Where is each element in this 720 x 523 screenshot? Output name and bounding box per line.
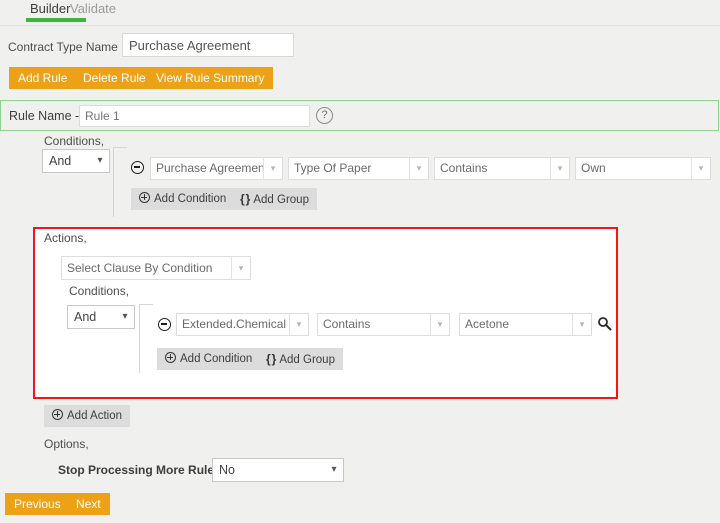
chevron-down-icon: ▾ xyxy=(325,459,343,481)
remove-action-condition-icon[interactable] xyxy=(158,318,171,331)
rule-name-bar: Rule Name - ? xyxy=(0,100,719,131)
question-circle-icon[interactable]: ? xyxy=(316,107,333,124)
conditions-operator-select[interactable]: And ▾ xyxy=(42,149,110,173)
plus-circle-icon xyxy=(52,409,63,420)
action-condition-field-value: Extended.Chemical Nam xyxy=(177,314,289,335)
search-icon[interactable] xyxy=(597,316,612,331)
condition-entity-dropdown[interactable]: Purchase Agreement ▾ xyxy=(150,157,283,180)
options-label: Options, xyxy=(44,437,89,451)
action-condition-group-bracket xyxy=(139,304,153,373)
condition-group-bracket xyxy=(113,147,127,217)
stop-processing-label: Stop Processing More Rules xyxy=(58,463,221,477)
add-rule-button[interactable]: Add Rule xyxy=(9,67,76,89)
add-group-label: Add Group xyxy=(253,194,309,206)
rule-name-input[interactable] xyxy=(79,105,310,127)
tab-bar-divider xyxy=(0,25,720,26)
clause-select-value: Select Clause By Condition xyxy=(62,257,231,279)
plus-circle-icon xyxy=(165,352,176,363)
rule-name-label: Rule Name - xyxy=(9,109,79,123)
condition-comparator-value: Contains xyxy=(435,158,550,179)
tab-validate[interactable]: Validate xyxy=(68,0,118,18)
chevron-down-icon: ▾ xyxy=(116,306,134,328)
action-conditions-operator-select[interactable]: And ▾ xyxy=(67,305,135,329)
action-condition-value-dropdown[interactable]: Acetone ▾ xyxy=(459,313,592,336)
chevron-down-icon: ▾ xyxy=(231,257,250,279)
action-add-condition-button[interactable]: Add Condition xyxy=(157,348,260,370)
chevron-down-icon: ▾ xyxy=(691,158,710,179)
action-condition-comparator-value: Contains xyxy=(318,314,430,335)
chevron-down-icon: ▾ xyxy=(289,314,308,335)
chevron-down-icon: ▾ xyxy=(572,314,591,335)
braces-icon: { } xyxy=(266,352,276,366)
condition-field-value: Type Of Paper xyxy=(289,158,409,179)
actions-label: Actions, xyxy=(44,231,87,245)
contract-type-label: Contract Type Name xyxy=(8,40,118,54)
remove-condition-icon[interactable] xyxy=(131,161,144,174)
action-conditions-label: Conditions, xyxy=(69,284,129,298)
clause-select-dropdown[interactable]: Select Clause By Condition ▾ xyxy=(61,256,251,280)
condition-value-dropdown[interactable]: Own ▾ xyxy=(575,157,711,180)
chevron-down-icon: ▾ xyxy=(91,150,109,172)
action-condition-comparator-dropdown[interactable]: Contains ▾ xyxy=(317,313,450,336)
action-add-condition-label: Add Condition xyxy=(180,353,252,365)
action-add-group-label: Add Group xyxy=(279,354,335,366)
action-condition-field-dropdown[interactable]: Extended.Chemical Nam ▾ xyxy=(176,313,309,336)
add-condition-label: Add Condition xyxy=(154,193,226,205)
conditions-label: Conditions, xyxy=(44,134,104,148)
add-action-label: Add Action xyxy=(67,410,122,422)
add-group-button[interactable]: { }Add Group xyxy=(232,188,317,210)
condition-entity-value: Purchase Agreement xyxy=(151,158,263,179)
action-condition-value-value: Acetone xyxy=(460,314,572,335)
tab-active-indicator xyxy=(26,18,86,22)
action-add-group-button[interactable]: { }Add Group xyxy=(258,348,343,370)
chevron-down-icon: ▾ xyxy=(430,314,449,335)
condition-comparator-dropdown[interactable]: Contains ▾ xyxy=(434,157,570,180)
plus-circle-icon xyxy=(139,192,150,203)
view-rule-summary-button[interactable]: View Rule Summary xyxy=(147,67,273,89)
tab-builder[interactable]: Builder xyxy=(28,0,72,18)
tab-bar: Builder Validate xyxy=(0,0,720,22)
chevron-down-icon: ▾ xyxy=(263,158,282,179)
stop-processing-value: No xyxy=(213,459,325,481)
chevron-down-icon: ▾ xyxy=(409,158,428,179)
braces-icon: { } xyxy=(240,192,250,206)
condition-field-dropdown[interactable]: Type Of Paper ▾ xyxy=(288,157,429,180)
add-action-button[interactable]: Add Action xyxy=(44,405,130,427)
add-condition-button[interactable]: Add Condition xyxy=(131,188,234,210)
stop-processing-select[interactable]: No ▾ xyxy=(212,458,344,482)
conditions-operator-value: And xyxy=(43,150,91,172)
condition-value-value: Own xyxy=(576,158,691,179)
contract-type-input[interactable] xyxy=(122,33,294,57)
action-conditions-operator-value: And xyxy=(68,306,116,328)
previous-button[interactable]: Previous xyxy=(5,493,70,515)
next-button[interactable]: Next xyxy=(67,493,110,515)
chevron-down-icon: ▾ xyxy=(550,158,569,179)
delete-rule-button[interactable]: Delete Rule xyxy=(74,67,155,89)
